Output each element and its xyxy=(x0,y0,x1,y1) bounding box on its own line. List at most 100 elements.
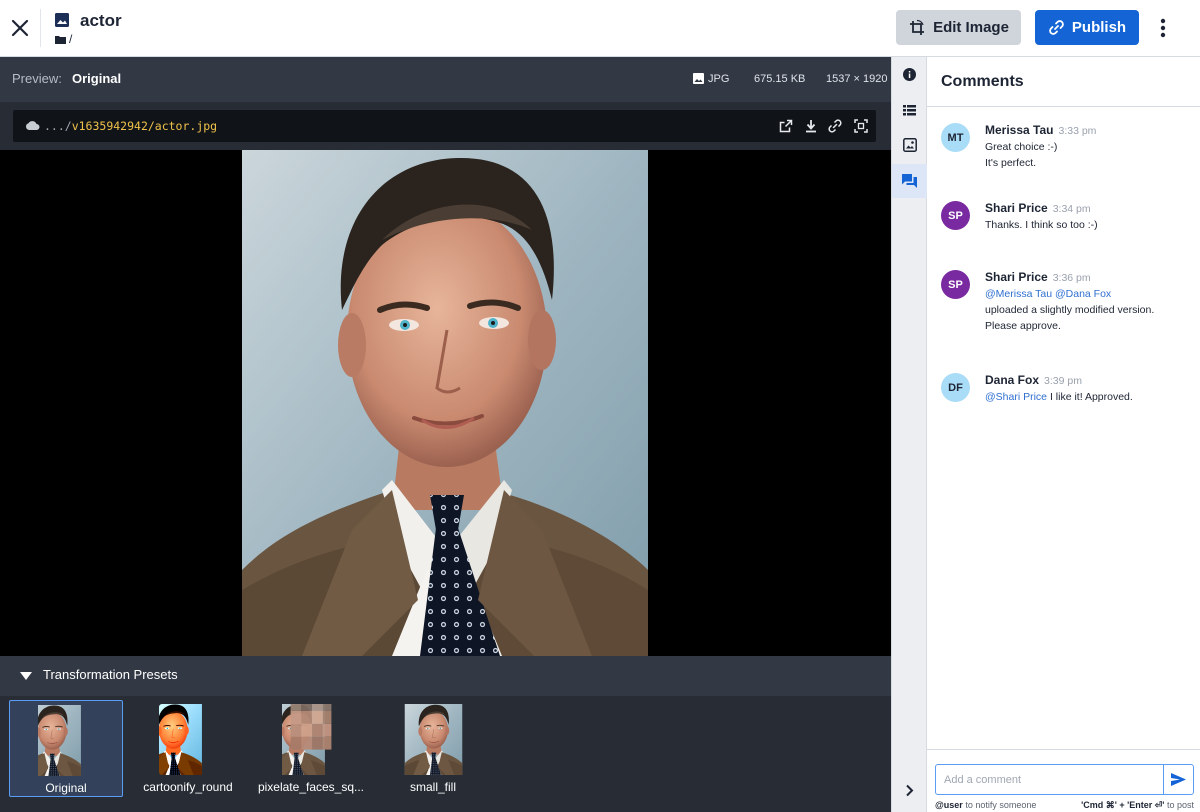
comment-header: Shari Price 3:36 pm xyxy=(985,270,1091,284)
file-size: 675.15 KB xyxy=(754,73,806,85)
avatar: SP xyxy=(941,270,970,299)
send-icon xyxy=(1171,773,1186,786)
portrait-image xyxy=(242,150,648,656)
open-external-icon[interactable] xyxy=(779,119,793,133)
header-divider xyxy=(40,9,41,47)
image-preview-stage xyxy=(0,150,891,656)
avatar: MT xyxy=(941,123,970,152)
comment-text: Great choice :-) xyxy=(985,141,1058,153)
mention-link[interactable]: @Merissa Tau xyxy=(985,288,1052,300)
asset-title: actor xyxy=(80,11,122,30)
preview-label: Preview: xyxy=(12,71,62,86)
url-prefix: .../ xyxy=(44,119,72,133)
comment-text: Thanks. I think so too :-) xyxy=(985,219,1098,231)
avatar: DF xyxy=(941,373,970,402)
comment-time: 3:33 pm xyxy=(1058,125,1097,137)
comment-input[interactable] xyxy=(935,764,1164,795)
asset-url[interactable]: .../v1635942942/actor.jpg xyxy=(44,119,217,133)
comment-header: Merissa Tau 3:33 pm xyxy=(985,123,1096,137)
presets-list: Original cartoonify_round pixelate_faces… xyxy=(0,696,891,812)
mention-hint: @user to notify someone xyxy=(935,800,1036,810)
info-icon xyxy=(903,67,916,81)
send-comment-button[interactable] xyxy=(1163,764,1194,795)
preset-name: Original xyxy=(45,781,87,795)
gallery-icon xyxy=(902,138,917,152)
comment-text: Please approve. xyxy=(985,320,1061,332)
preview-value: Original xyxy=(72,71,122,86)
comment-header: Shari Price 3:34 pm xyxy=(985,201,1091,215)
focus-frame-icon[interactable] xyxy=(854,119,868,133)
post-shortcut-hint: 'Cmd ⌘' + 'Enter ⏎' to post xyxy=(1081,800,1194,811)
edit-image-button[interactable]: Edit Image xyxy=(896,10,1021,45)
preset-name: cartoonify_round xyxy=(143,780,233,794)
rail-info-button[interactable] xyxy=(892,57,927,91)
mention-link[interactable]: @Dana Fox xyxy=(1055,288,1111,300)
cloud-icon xyxy=(26,121,40,130)
preview-panel: Preview: Original JPG 675.15 KB 1537 × 1… xyxy=(0,57,891,812)
comment-author[interactable]: Shari Price xyxy=(985,201,1048,215)
preset-name: pixelate_faces_sq... xyxy=(257,780,365,794)
preset-small-fill[interactable]: small_fill xyxy=(380,700,486,797)
comment-text: uploaded a slightly modified version. xyxy=(985,304,1155,316)
close-button[interactable] xyxy=(6,14,34,42)
image-icon xyxy=(55,13,69,27)
image-format-icon xyxy=(693,73,704,84)
publish-button[interactable]: Publish xyxy=(1035,10,1139,45)
image-dimensions: 1537 × 1920 xyxy=(826,73,888,85)
comment-item: SP Shari Price 3:34 pm Thanks. I think so… xyxy=(941,201,1191,237)
preview-header: Preview: Original JPG 675.15 KB 1537 × 1… xyxy=(0,57,891,102)
preset-thumbnail xyxy=(38,705,96,776)
list-icon xyxy=(903,104,916,115)
close-icon xyxy=(11,19,29,37)
comment-time: 3:34 pm xyxy=(1052,203,1091,215)
side-rail xyxy=(891,57,927,812)
comment-composer: @user to notify someone 'Cmd ⌘' + 'Enter… xyxy=(927,749,1200,812)
hint-user-text: to notify someone xyxy=(965,800,1037,810)
comment-item: SP Shari Price 3:36 pm @Merissa Tau @Dana… xyxy=(941,270,1191,336)
more-vert-icon xyxy=(1160,18,1166,38)
comment-body: I like it! Approved. xyxy=(1049,391,1133,403)
copy-link-icon[interactable] xyxy=(828,119,842,133)
rail-expand-button[interactable] xyxy=(892,775,927,805)
comment-author[interactable]: Merissa Tau xyxy=(985,123,1053,137)
preset-cartoonify-round[interactable]: cartoonify_round xyxy=(134,700,242,797)
url-path: v1635942942/actor.jpg xyxy=(71,119,218,133)
comments-title: Comments xyxy=(941,73,1024,90)
presets-toggle[interactable]: Transformation Presets xyxy=(0,656,891,696)
mention-link[interactable]: @Shari Price xyxy=(985,391,1047,403)
comments-panel: Comments MT Merissa Tau 3:33 pm Great cho… xyxy=(927,57,1200,812)
more-options-button[interactable] xyxy=(1153,14,1173,42)
preset-thumbnail xyxy=(159,704,217,775)
url-strip: .../v1635942942/actor.jpg xyxy=(0,102,891,150)
preset-thumbnail xyxy=(282,704,340,775)
rail-comments-button[interactable] xyxy=(892,164,927,198)
preset-name: small_fill xyxy=(409,780,456,794)
folder-icon xyxy=(55,36,66,44)
comment-author[interactable]: Dana Fox xyxy=(985,373,1039,387)
edit-image-label: Edit Image xyxy=(933,19,1009,36)
presets-title: Transformation Presets xyxy=(43,667,178,682)
link-icon xyxy=(1049,20,1064,35)
comment-item: DF Dana Fox 3:39 pm @Shari Price I like i… xyxy=(941,373,1191,409)
crop-rotate-icon xyxy=(910,19,925,35)
asset-url-bar: .../v1635942942/actor.jpg xyxy=(13,110,876,142)
comment-mentions: @Merissa Tau @Dana Fox xyxy=(985,288,1111,300)
avatar: SP xyxy=(941,201,970,230)
preset-thumbnail xyxy=(385,704,482,775)
folder-path[interactable]: / xyxy=(69,32,72,46)
comment-time: 3:39 pm xyxy=(1044,375,1082,387)
rail-derived-images-button[interactable] xyxy=(892,128,927,162)
comment-author[interactable]: Shari Price xyxy=(985,270,1048,284)
comment-text: It's perfect. xyxy=(985,157,1037,169)
comment-time: 3:36 pm xyxy=(1052,272,1091,284)
rail-metadata-button[interactable] xyxy=(892,93,927,127)
preset-original[interactable]: Original xyxy=(9,700,123,797)
top-bar: actor / Edit Image Publish xyxy=(0,0,1200,57)
hint-keys: 'Cmd ⌘' + 'Enter ⏎' xyxy=(1081,800,1165,810)
preset-pixelate-faces[interactable]: pixelate_faces_sq... xyxy=(252,700,370,797)
hint-user: @user xyxy=(935,800,963,810)
download-icon[interactable] xyxy=(804,119,818,133)
image-format: JPG xyxy=(708,73,730,85)
comment-text: @Shari Price I like it! Approved. xyxy=(985,391,1133,403)
comment-header: Dana Fox 3:39 pm xyxy=(985,373,1082,387)
